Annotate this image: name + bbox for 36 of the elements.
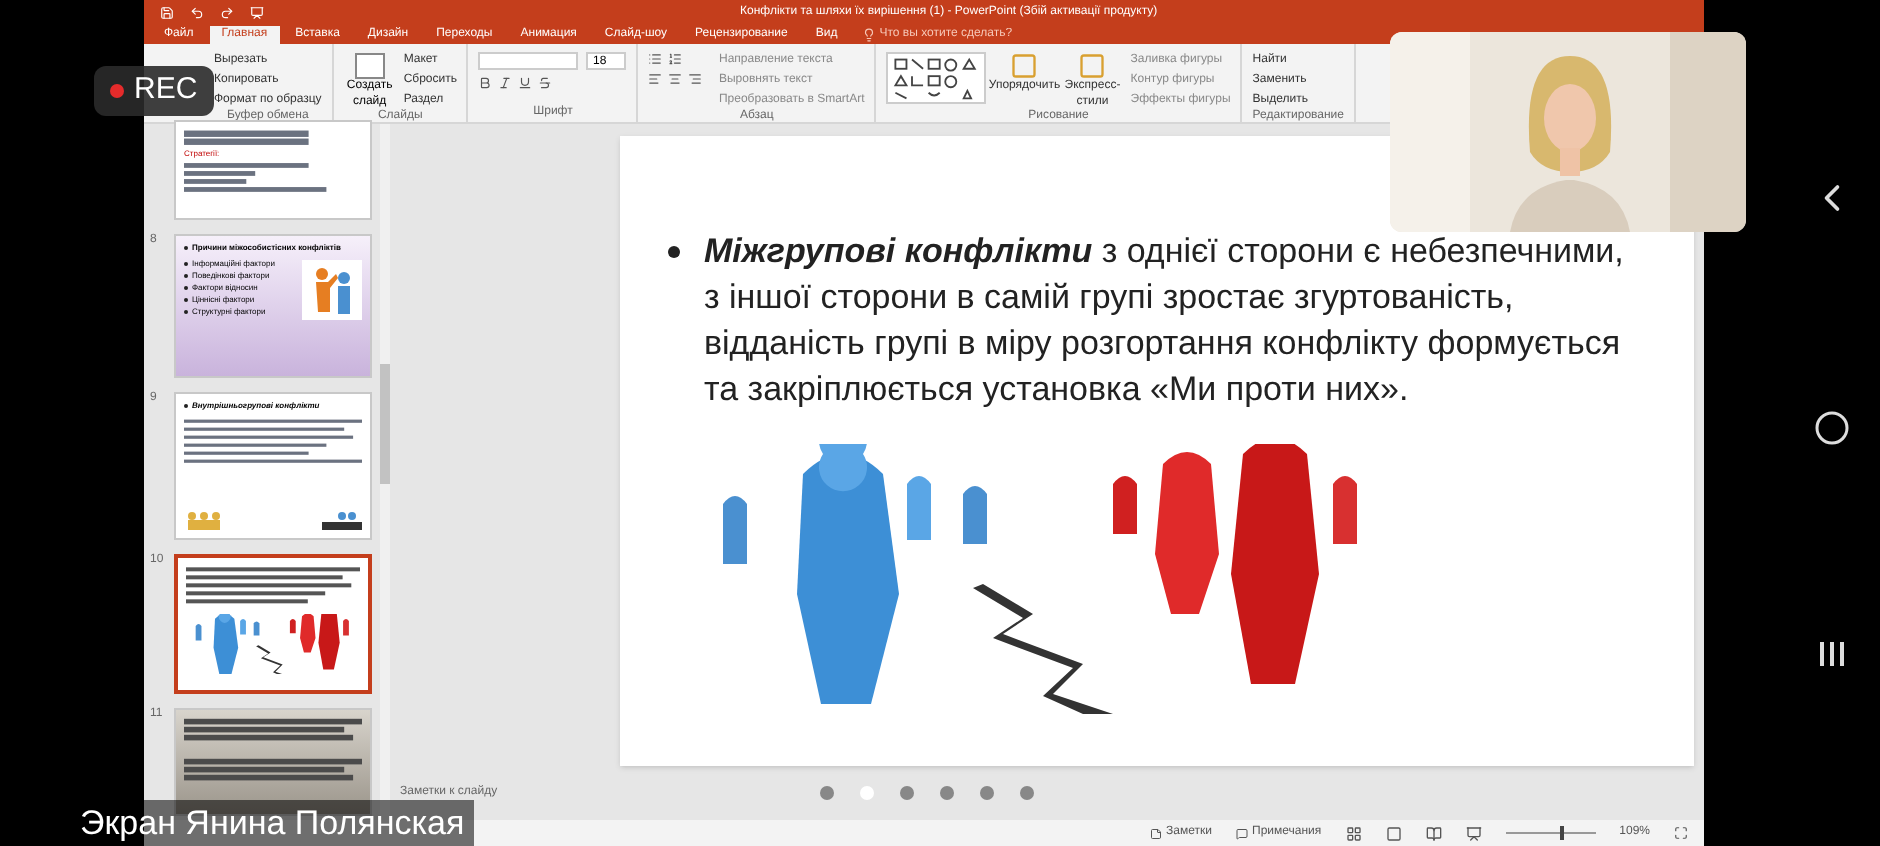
people-group-icon [322, 510, 362, 530]
redo-icon[interactable] [220, 5, 234, 19]
slide-icon [353, 52, 386, 80]
home-icon[interactable] [1814, 410, 1850, 447]
people-group-icon [184, 510, 224, 530]
arguing-figures-icon [302, 260, 362, 320]
save-icon[interactable] [160, 5, 174, 19]
fit-slide-icon[interactable] [1674, 826, 1688, 840]
slide-bullet-text: Міжгрупові конфлікти з однієї сторони є небезпечними, з іншої сторони в самій групі зростає згуртованість, відданість групі в міру розгортання конфлікту формується та закріплюється установка «Ми проти них». [704, 230, 1626, 412]
slide-sorter-icon[interactable] [1385, 825, 1402, 841]
comment-icon [1236, 827, 1248, 839]
reading-view-icon[interactable] [1425, 825, 1442, 841]
slide-thumbnail[interactable] [174, 554, 372, 694]
strikethrough-icon[interactable] [538, 76, 553, 90]
bold-icon[interactable] [478, 76, 493, 90]
normal-view-icon[interactable] [1345, 825, 1362, 841]
bullet-icon [668, 246, 680, 258]
align-center-icon[interactable] [668, 72, 683, 86]
rec-label: REC [134, 70, 198, 111]
lightbulb-icon [861, 28, 876, 42]
align-left-icon[interactable] [648, 72, 663, 86]
align-right-icon[interactable] [688, 72, 703, 86]
square-icon [1010, 52, 1039, 80]
notes-icon [1150, 827, 1163, 839]
italic-icon[interactable] [498, 76, 513, 90]
square-icon [1078, 52, 1107, 80]
undo-icon[interactable] [190, 5, 204, 19]
bullet-list-icon[interactable] [648, 52, 663, 66]
slideshow-icon[interactable] [250, 5, 264, 19]
numbered-list-icon[interactable] [668, 52, 683, 66]
font-name-field[interactable] [478, 52, 579, 70]
caption-text: Экран Янина Полянская [80, 806, 465, 840]
recent-apps-icon[interactable] [1816, 638, 1848, 671]
shapes-gallery-icon[interactable] [886, 52, 987, 104]
slideshow-icon[interactable] [1465, 825, 1482, 841]
underline-icon[interactable] [518, 76, 533, 90]
